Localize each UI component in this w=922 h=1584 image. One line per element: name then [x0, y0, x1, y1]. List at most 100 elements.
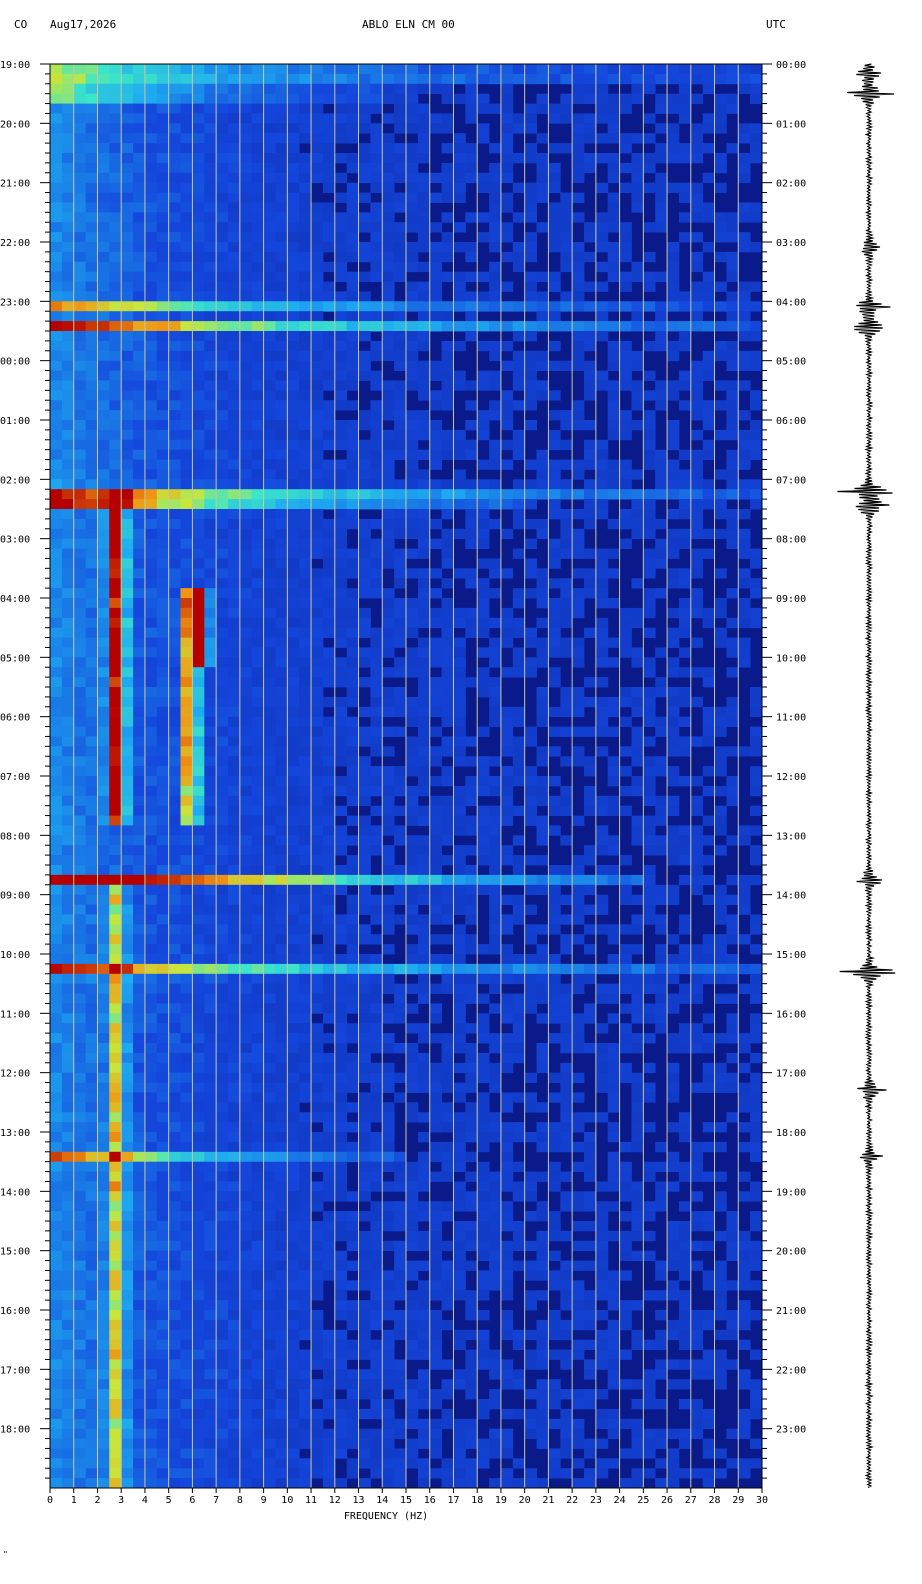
heat-cell — [334, 509, 348, 520]
heat-cell — [536, 528, 549, 540]
heat-cell — [429, 251, 442, 263]
heat-cell — [453, 954, 466, 965]
heat-cell — [643, 687, 656, 698]
heat-cell — [61, 1043, 75, 1054]
heat-cell — [180, 667, 193, 678]
heat-cell — [655, 93, 668, 104]
heat-cell — [619, 627, 632, 638]
heat-cell — [714, 963, 727, 975]
heat-cell — [287, 1092, 300, 1103]
heat-cell — [572, 350, 585, 362]
heat-cell — [204, 874, 217, 886]
heat-cell — [714, 103, 727, 114]
heat-cell — [619, 321, 632, 332]
heat-cell — [465, 983, 478, 994]
heat-cell — [263, 489, 276, 500]
heat-cell — [726, 963, 739, 975]
heat-cell — [678, 1033, 692, 1044]
heat-cell — [536, 64, 549, 75]
heat-cell — [750, 420, 763, 431]
heat-cell — [121, 963, 134, 975]
heat-cell — [192, 143, 205, 154]
heat-cell — [73, 687, 86, 698]
heat-cell — [263, 499, 276, 510]
heat-cell — [251, 479, 264, 490]
heat-cell — [61, 667, 75, 678]
heat-cell — [334, 746, 348, 757]
heat-cell — [346, 785, 359, 797]
heat-cell — [536, 973, 549, 985]
heat-cell — [109, 410, 122, 421]
heat-cell — [275, 1072, 288, 1083]
heat-cell — [61, 1102, 75, 1113]
heat-cell — [228, 736, 241, 747]
heat-cell — [678, 607, 692, 619]
heat-cell — [85, 934, 98, 945]
heat-cell — [228, 222, 241, 233]
heat-cell — [346, 617, 359, 629]
heat-cell — [334, 1023, 348, 1034]
heat-cell — [73, 1092, 86, 1103]
heat-cell — [489, 479, 502, 490]
heat-cell — [500, 766, 514, 777]
heat-cell — [370, 380, 383, 391]
heat-cell — [346, 370, 359, 381]
heat-cell — [275, 182, 288, 193]
heat-cell — [156, 726, 170, 737]
heat-cell — [382, 687, 395, 698]
heat-cell — [180, 64, 193, 75]
heat-cell — [239, 607, 253, 619]
heat-cell — [358, 617, 371, 629]
heat-cell — [287, 499, 300, 510]
heat-cell — [156, 855, 170, 866]
heat-cell — [429, 1102, 442, 1113]
heat-cell — [168, 726, 181, 737]
heat-cell — [584, 756, 597, 767]
heat-cell — [299, 103, 312, 114]
heat-cell — [109, 914, 122, 925]
heat-cell — [453, 865, 466, 876]
heat-cell — [311, 627, 324, 638]
heat-cell — [465, 64, 478, 75]
heat-cell — [311, 469, 324, 480]
heat-cell — [85, 548, 98, 559]
heat-cell — [299, 400, 312, 411]
heat-cell — [73, 350, 86, 362]
heat-cell — [192, 479, 205, 490]
heat-cell — [263, 607, 276, 619]
heat-cell — [358, 1052, 371, 1064]
heat-cell — [489, 637, 502, 648]
heat-cell — [690, 182, 704, 193]
heat-cell — [512, 1033, 526, 1044]
heat-cell — [133, 548, 146, 559]
heat-cell — [144, 291, 158, 302]
heat-cell — [667, 479, 680, 490]
heat-cell — [97, 667, 110, 678]
heat-cell — [287, 548, 300, 559]
heat-cell — [714, 706, 727, 718]
heat-cell — [263, 400, 276, 411]
heat-cell — [133, 627, 146, 638]
heat-cell — [489, 973, 502, 985]
heat-cell — [500, 894, 514, 905]
heat-cell — [631, 390, 644, 401]
heat-cell — [500, 736, 514, 747]
heat-cell — [299, 973, 312, 985]
heat-cell — [714, 509, 727, 520]
heat-cell — [216, 677, 229, 688]
heat-cell — [263, 894, 276, 905]
heat-cell — [738, 528, 751, 540]
heat-cell — [394, 321, 407, 332]
heat-cell — [192, 499, 205, 510]
heat-cell — [263, 736, 276, 747]
heat-cell — [477, 1102, 490, 1113]
heat-cell — [73, 904, 86, 915]
heat-cell — [631, 93, 644, 104]
heat-cell — [714, 825, 727, 836]
heat-cell — [595, 865, 609, 876]
heat-cell — [61, 93, 75, 104]
heat-cell — [180, 607, 193, 619]
heat-cell — [133, 726, 146, 737]
heat-cell — [156, 212, 170, 223]
heat-cell — [572, 271, 585, 282]
